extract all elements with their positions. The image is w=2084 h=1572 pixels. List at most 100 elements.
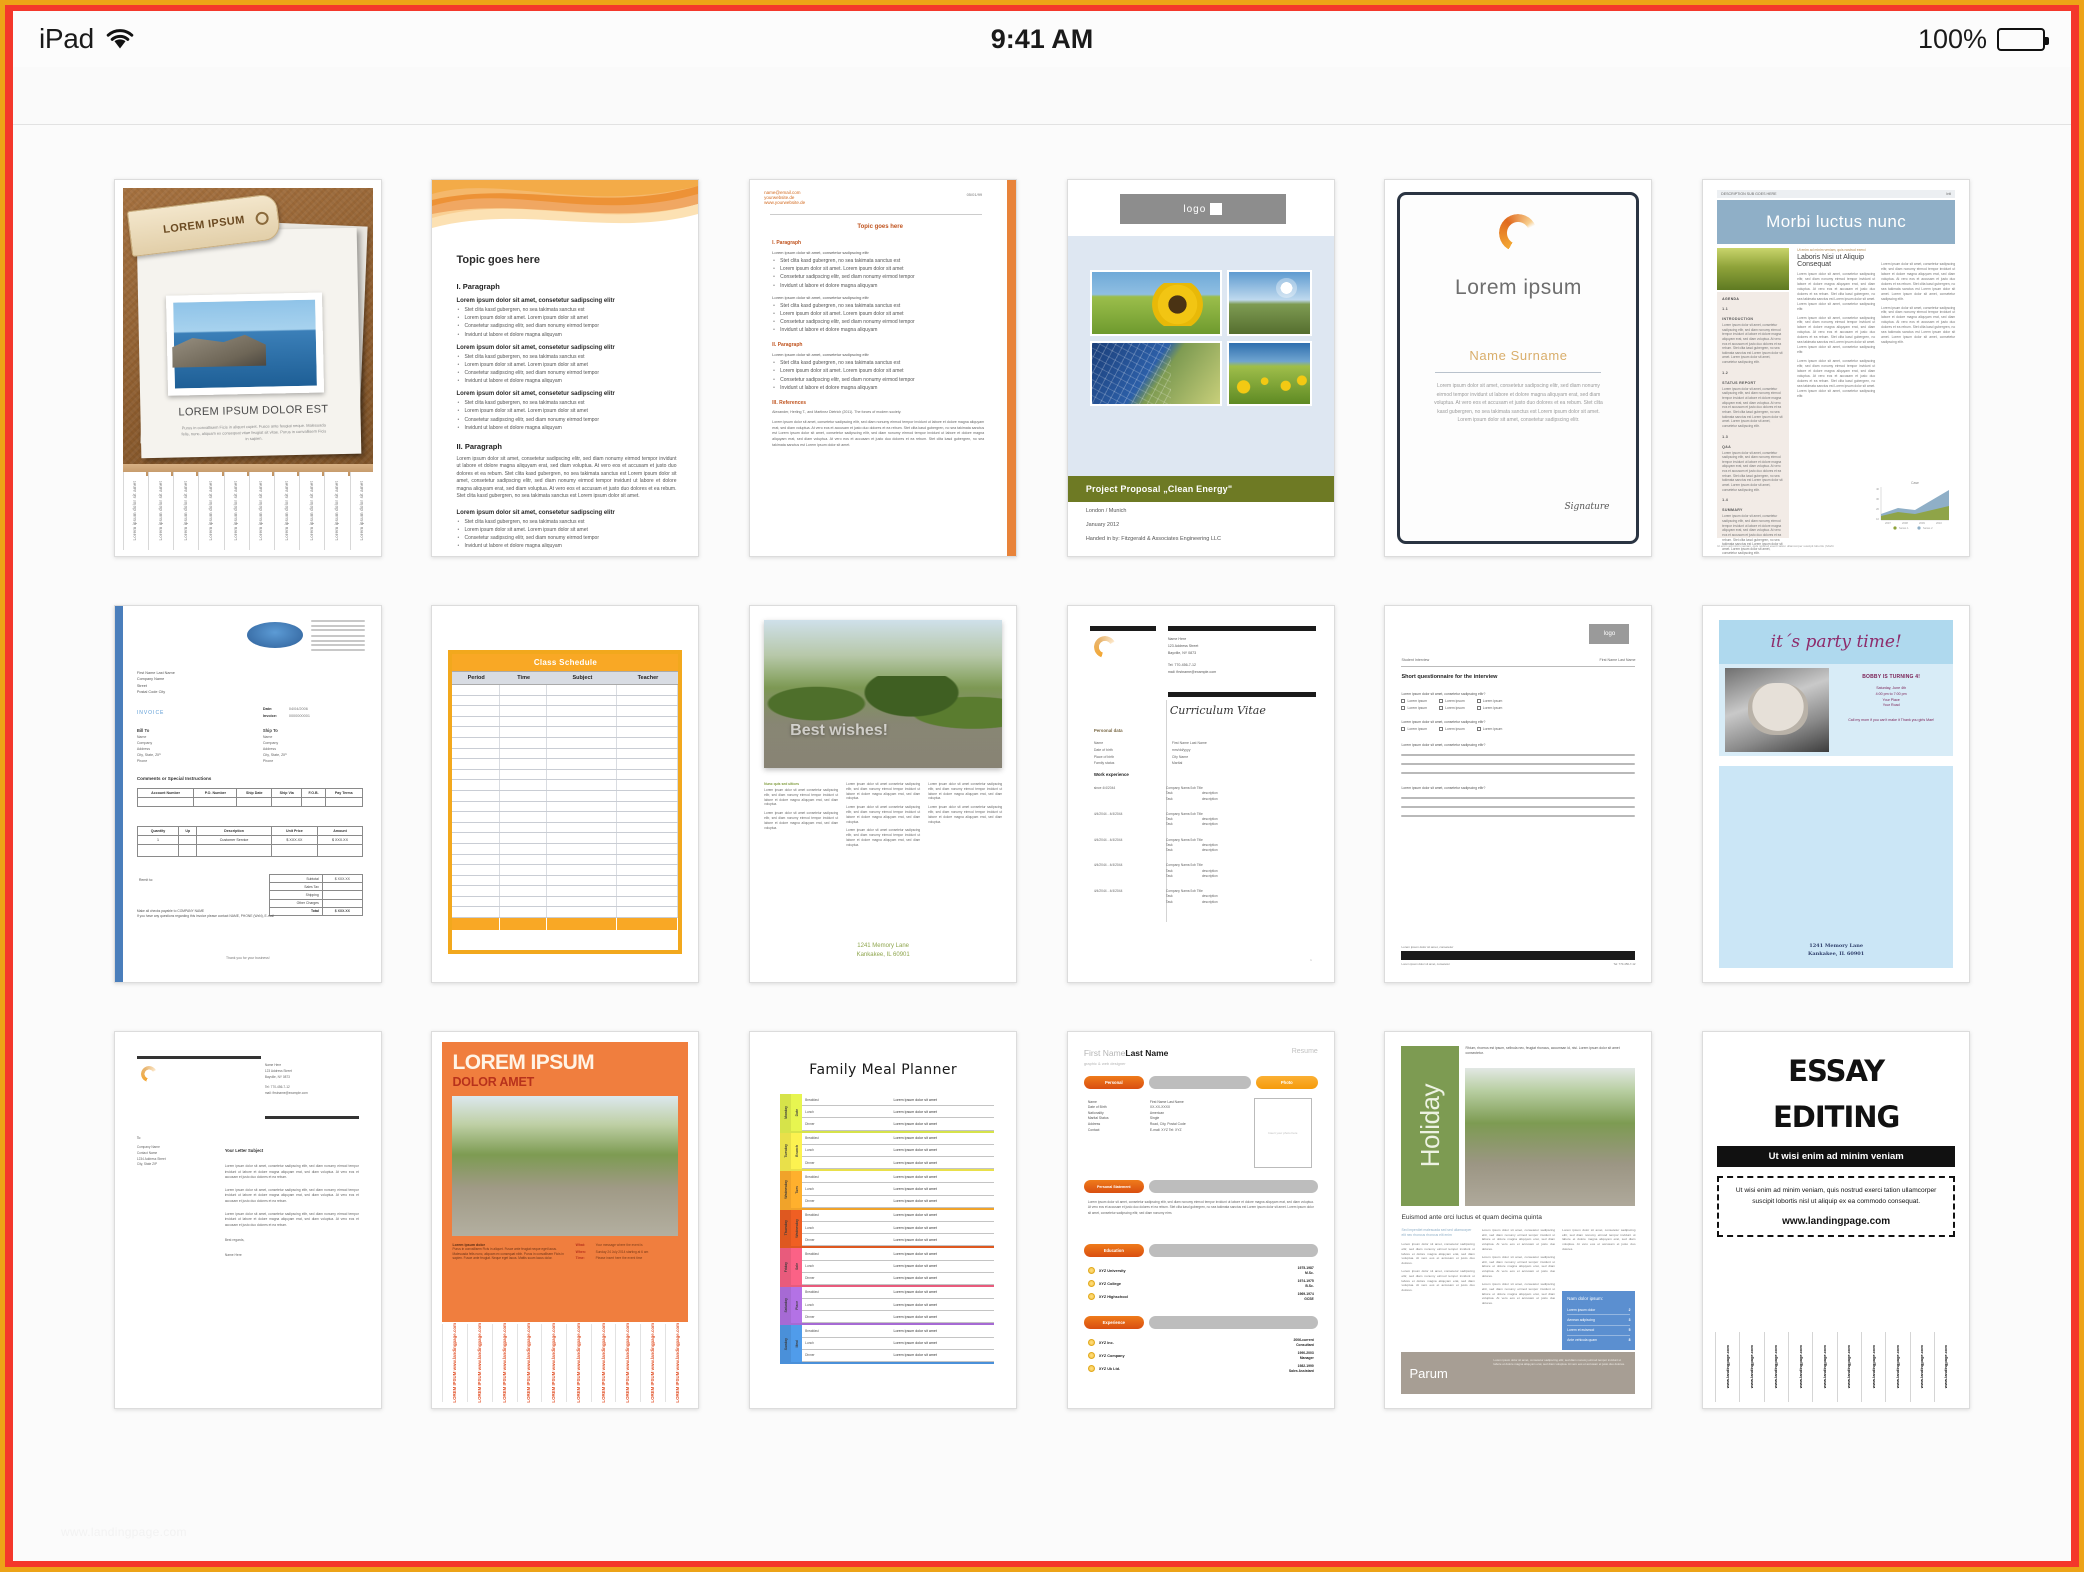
checkbox-option[interactable]: Lorem ipsum (1401, 699, 1427, 703)
tear-tab: www.landingpage.com (1812, 1332, 1835, 1402)
meal-value[interactable]: Lorem ipsum dolor sit amet (836, 1136, 994, 1140)
meal-value[interactable]: Lorem ipsum dolor sit amet (836, 1122, 994, 1126)
photo-placeholder[interactable]: Insert your photo here (1253, 1098, 1312, 1168)
meal-value[interactable]: Lorem ipsum dolor sit amet (836, 1238, 994, 1242)
template-thumbnail-morbi-luctus-newsletter[interactable]: DESCRIPTION SUB GOES HERE Intl Morbi luc… (1702, 179, 1971, 557)
tab-personal[interactable]: Personal (1083, 1076, 1144, 1089)
template-thumbnail-invoice[interactable]: First Name Last Name Company Name Street… (113, 605, 382, 983)
checkbox-option[interactable]: Lorem ipsum (1439, 699, 1465, 703)
key: Family status (1093, 761, 1115, 766)
question-text: Lorem ipsum dolor sit amet, consetetur s… (1401, 743, 1486, 747)
day-name: Tuesday (783, 1144, 788, 1158)
meal-value[interactable]: Lorem ipsum dolor sit amet (836, 1303, 994, 1307)
meal-value[interactable]: Lorem ipsum dolor sit amet (836, 1329, 994, 1333)
template-thumbnail-class-schedule[interactable]: Class Schedule Period Time Subject Teach… (431, 605, 700, 983)
logo-placeholder: logo (1589, 624, 1630, 644)
meal-value[interactable]: Lorem ipsum dolor sit amet (836, 1098, 994, 1102)
work-period: 4/4/2044 - 4/4/2044 (1093, 863, 1123, 868)
sub-heading: Lorem ipsum dolor sit amet, consetetur s… (772, 250, 869, 255)
sidebar-agenda-label: AGENDA (1722, 297, 1740, 301)
column-text: Lorem ipsum dolor sit amet consetetur sa… (846, 828, 921, 847)
meal-value[interactable]: Lorem ipsum dolor sit amet (836, 1252, 994, 1256)
template-thumbnail-curriculum-vitae[interactable]: Name Here 123 Address Street Bayville, N… (1066, 605, 1335, 983)
cell (452, 886, 500, 896)
checkbox-option[interactable]: Lorem ipsum (1476, 706, 1502, 710)
meal-value[interactable]: Lorem ipsum dolor sit amet (836, 1175, 994, 1179)
template-thumbnail-certificate[interactable]: Lorem ipsum Name Surname Lorem ipsum dol… (1384, 179, 1653, 557)
bullet-item: Invidunt ut labore et dolore magna aliqu… (773, 385, 984, 391)
template-thumbnail-resume[interactable]: First NameLast Name graphic & web design… (1066, 1031, 1335, 1409)
template-thumbnail-orange-sidebar-report[interactable]: name@email.com yourwebsite.de www.yourwe… (749, 179, 1018, 557)
tear-tab-label: www.landingpage.com (1894, 1345, 1900, 1389)
meal-value[interactable]: Lorem ipsum dolor sit amet (836, 1148, 994, 1152)
meal-name: Dinner (805, 1121, 815, 1126)
meal-value[interactable]: Lorem ipsum dolor sit amet (836, 1161, 994, 1165)
meal-value[interactable]: Lorem ipsum dolor sit amet (836, 1187, 994, 1191)
planner-day-row: Friday Sale Breakfast Lorem ipsum dolor sit… (780, 1248, 995, 1287)
meal-value[interactable]: Lorem ipsum dolor sit amet (836, 1110, 994, 1114)
letterhead-sender: Name Here 123 Address Street Bayville, N… (265, 1062, 351, 1096)
section-title-statement: Personal Statement (1083, 1180, 1144, 1193)
meal-value[interactable]: Lorem ipsum dolor sit amet (836, 1199, 994, 1203)
template-thumbnail-best-wishes-card[interactable]: Best wishes! Nunc quis sed ultices Lorem… (749, 605, 1018, 983)
checkbox-icon[interactable] (1439, 706, 1444, 710)
checkbox-option[interactable]: Lorem ipsum (1476, 699, 1502, 703)
app-toolbar[interactable] (13, 67, 2071, 125)
checkbox-icon[interactable] (1439, 727, 1444, 731)
checkbox-icon[interactable] (1476, 699, 1481, 703)
template-thumbnail-family-meal-planner[interactable]: Family Meal Planner Monday Date Breakfast L… (749, 1031, 1018, 1409)
template-thumbnail-clean-energy-proposal[interactable]: logo Project Proposal „Clean Energy" Lon… (1066, 179, 1335, 557)
poster-text-column: Lorem ipsum dolor Purus in convallisem F… (452, 1243, 565, 1263)
meal-value[interactable]: Lorem ipsum dolor sit amet (836, 1226, 994, 1230)
bullet-item: Stet clita kasd gubergren, no sea takima… (457, 519, 676, 525)
checkbox-icon[interactable] (1439, 699, 1444, 703)
meal-value[interactable]: Lorem ipsum dolor sit amet (836, 1315, 994, 1319)
meal-name: Lunch (805, 1341, 814, 1346)
checkbox-option[interactable]: Lorem ipsum (1401, 706, 1427, 710)
status-bar: iPad 9:41 AM 100% (13, 11, 2071, 67)
contact-line: 123 Address Street (1167, 643, 1199, 648)
sidebar-text: Lorem ipsum dolor sit amet, consetetur s… (1722, 323, 1783, 365)
column-text: Lorem ipsum dolor sit amet, consetetur s… (1881, 305, 1956, 345)
value: E-mail: XYZ Tel: XYZ (1149, 1127, 1182, 1132)
cell (452, 875, 500, 886)
title-band-wrap: Project Proposal „Clean Energy" (1067, 476, 1334, 502)
template-thumbnail-letterhead[interactable]: Name Here 123 Address Street Bayville, N… (113, 1031, 382, 1409)
meal-value[interactable]: Lorem ipsum dolor sit amet (836, 1264, 994, 1268)
frame-accent-left (0, 0, 5, 1572)
checkbox-option[interactable]: Lorem ipsum (1439, 727, 1465, 731)
checkbox-icon[interactable] (1476, 706, 1481, 710)
template-thumbnail-essay-editing-flyer[interactable]: ESSAY EDITING Ut wisi enim ad minim veni… (1702, 1031, 1971, 1409)
checkbox-option[interactable]: Lorem ipsum (1476, 727, 1502, 731)
meal-value[interactable]: Lorem ipsum dolor sit amet (836, 1341, 994, 1345)
meal-row: Dinner Lorem ipsum dolor sit amet (802, 1350, 995, 1363)
meta-author: Handed in by: Fitzgerald & Associates En… (1085, 536, 1221, 542)
meal-value[interactable]: Lorem ipsum dolor sit amet (836, 1213, 994, 1217)
template-thumbnail-topic-goes-here[interactable]: Topic goes here I. Paragraph Lorem ipsum… (431, 179, 700, 557)
meal-value[interactable]: Lorem ipsum dolor sit amet (836, 1353, 994, 1357)
template-thumbnail-lorem-ipsum-poster[interactable]: LOREM IPSUM DOLOR AMET Lorem ipsum dolor… (431, 1031, 700, 1409)
meal-value[interactable]: Lorem ipsum dolor sit amet (836, 1276, 994, 1280)
logo-square-icon (1210, 203, 1223, 215)
bullet-dot-icon (1087, 1293, 1095, 1301)
recipient-block: Company Name Contact Name 1234 Address S… (137, 1145, 166, 1168)
checkbox-icon[interactable] (1401, 727, 1406, 731)
work-entry: 4/4/2044 - 4/4/2044 Company Name/Job Titl… (1094, 838, 1316, 854)
list-item: XYZ Company 1990-2003 Manager (1087, 1351, 1314, 1360)
meal-value[interactable]: Lorem ipsum dolor sit amet (836, 1290, 994, 1294)
checkbox-icon[interactable] (1476, 727, 1481, 731)
card-columns: Nunc quis sed ultices Lorem ipsum dolor … (764, 782, 1002, 848)
template-thumbnail-holiday-newsletter[interactable]: Holiday Rhium, rhoerus est ipsum, sellnu… (1384, 1031, 1653, 1409)
checkbox-icon[interactable] (1401, 706, 1406, 710)
template-thumbnail-interview-questionnaire[interactable]: logo Student Interview First Name Last N… (1384, 605, 1653, 983)
checkbox-option[interactable]: Lorem ipsum (1439, 706, 1465, 710)
template-thumbnail-party-invitation[interactable]: it´s party time! BOBBY IS TURNING 4! Sat… (1702, 605, 1971, 983)
cell (452, 843, 500, 854)
cell-amount: $ XXX.XX (317, 835, 363, 845)
checkbox-icon[interactable] (1401, 699, 1406, 703)
tab-photo[interactable]: Photo (1255, 1076, 1318, 1089)
bullet-item: Lorem ipsum dolor sit amet. Lorem ipsum … (773, 266, 984, 272)
template-thumbnail-cork-board-flyer[interactable]: LOREM IPSUM DOLOR EST Purus in convallis… (113, 179, 382, 557)
day-date-text: Brunch (794, 1144, 799, 1157)
checkbox-option[interactable]: Lorem ipsum (1401, 727, 1427, 731)
